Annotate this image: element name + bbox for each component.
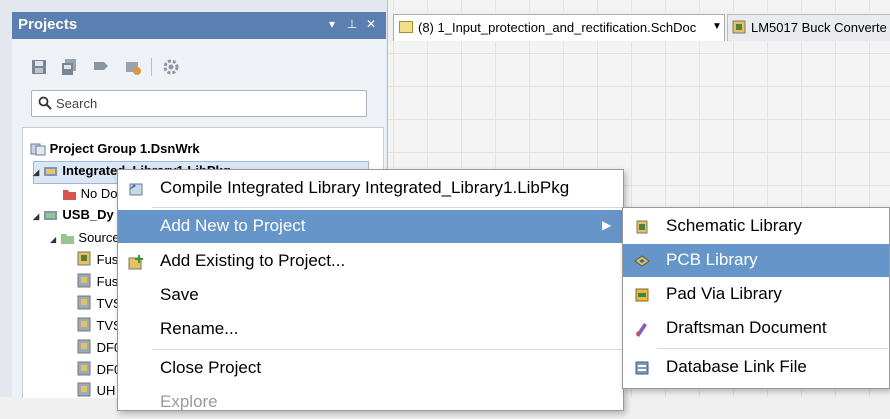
- pcb-library-icon: [634, 255, 650, 267]
- draftsman-icon: [636, 323, 647, 337]
- menu-item-label: Save: [160, 285, 199, 304]
- close-icon[interactable]: ✕: [364, 17, 378, 31]
- tree-item-doc-3[interactable]: TVS: [77, 294, 122, 314]
- tree-item-doc-5[interactable]: DF0: [77, 338, 121, 358]
- tree-item-project-group[interactable]: Project Group 1.DsnWrk: [30, 139, 200, 159]
- expanded-triangle-icon[interactable]: ◢: [50, 235, 56, 244]
- menu-item-compile-integrated-library[interactable]: Compile Integrated Library Integrated_Li…: [118, 172, 623, 205]
- menu-item-label: Rename...: [160, 319, 239, 338]
- tab-dropdown-icon[interactable]: ▼: [712, 21, 722, 32]
- project-settings-icon[interactable]: [124, 58, 142, 76]
- project-options-icon[interactable]: [92, 58, 110, 76]
- submenu-arrow-icon: ▶: [602, 218, 612, 232]
- submenu-item-label: Draftsman Document: [666, 318, 827, 337]
- tree-item-source-documents[interactable]: ◢ Source: [50, 228, 120, 248]
- submenu-item-pcb-library[interactable]: PCB Library: [623, 244, 889, 277]
- tree-item-doc-7[interactable]: UH: [77, 381, 115, 401]
- tree-item-label: Fus: [96, 252, 119, 267]
- expanded-triangle-icon[interactable]: ◢: [33, 212, 39, 221]
- menu-separator: [657, 348, 888, 349]
- submenu-item-draftsman-document[interactable]: Draftsman Document: [623, 312, 889, 345]
- compile-icon: [129, 183, 143, 196]
- tab-lm5017-buck-converter[interactable]: LM5017 Buck Converte: [727, 14, 890, 41]
- menu-item-label: Compile Integrated Library Integrated_Li…: [160, 178, 570, 197]
- submenu-item-label: PCB Library: [666, 250, 758, 269]
- search-icon: [38, 96, 52, 110]
- tree-item-label: USB_Dy: [62, 207, 114, 222]
- schematic-doc-icon: [77, 382, 91, 397]
- panel-header: Projects ▾ ⊥ ✕: [12, 12, 386, 39]
- expanded-triangle-icon[interactable]: ◢: [33, 168, 39, 177]
- schematic-doc-icon: [77, 339, 91, 354]
- tree-item-label: Fus: [96, 274, 119, 289]
- save-icon[interactable]: [30, 58, 48, 76]
- schematic-doc-icon: [77, 361, 91, 376]
- menu-item-add-new-to-project[interactable]: Add New to Project ▶: [118, 210, 623, 243]
- add-new-submenu: Schematic Library PCB Library Pad Via Li…: [622, 207, 890, 389]
- tab-label: (8) 1_Input_protection_and_rectification…: [418, 20, 697, 35]
- pin-icon[interactable]: ⊥: [345, 17, 359, 31]
- search-input[interactable]: Search: [31, 90, 367, 117]
- add-existing-icon: [128, 255, 143, 270]
- integrated-library-icon: [43, 167, 57, 176]
- schematic-doc-icon: [77, 273, 91, 288]
- schematic-library-icon: [636, 220, 648, 234]
- context-menu: Compile Integrated Library Integrated_Li…: [117, 169, 624, 411]
- submenu-item-label: Database Link File: [666, 357, 807, 376]
- schematic-doc-icon: [732, 20, 746, 34]
- gear-icon[interactable]: [162, 58, 180, 76]
- schematic-doc-icon: [77, 295, 91, 310]
- tree-item-doc-6[interactable]: DF0: [77, 360, 121, 380]
- tree-item-label: UH: [96, 383, 116, 398]
- panel-title: Projects: [18, 16, 78, 33]
- project-group-icon: [30, 143, 46, 156]
- menu-item-explore[interactable]: Explore: [118, 386, 623, 419]
- toolbar-divider: [151, 58, 152, 76]
- red-folder-icon: [63, 190, 76, 200]
- menu-item-label: Add New to Project: [160, 216, 306, 235]
- tree-item-label: Project Group 1.DsnWrk: [49, 141, 200, 156]
- pcb-project-icon: [43, 211, 57, 220]
- tree-item-doc-4[interactable]: TVS: [77, 316, 122, 336]
- menu-separator: [152, 349, 622, 350]
- submenu-item-label: Schematic Library: [666, 216, 803, 235]
- tree-item-label: Source: [78, 230, 120, 245]
- menu-item-label: Add Existing to Project...: [160, 251, 346, 270]
- menu-item-save[interactable]: Save: [118, 279, 623, 312]
- submenu-item-label: Pad Via Library: [666, 284, 782, 303]
- schematic-doc-icon: [399, 21, 413, 33]
- menu-item-label: Close Project: [160, 358, 262, 377]
- menu-item-label: Explore: [160, 392, 218, 411]
- menu-item-rename[interactable]: Rename...: [118, 313, 623, 346]
- search-placeholder: Search: [56, 96, 98, 111]
- submenu-item-pad-via-library[interactable]: Pad Via Library: [623, 278, 889, 311]
- tree-item-usb-project[interactable]: ◢ USB_Dy: [33, 205, 114, 225]
- panel-menu-dropdown-icon[interactable]: ▾: [325, 17, 339, 31]
- save-all-icon[interactable]: [60, 58, 78, 76]
- database-link-icon: [635, 361, 649, 375]
- pad-via-library-icon: [635, 288, 649, 302]
- menu-separator: [152, 207, 622, 208]
- tree-item-doc-2[interactable]: Fus: [77, 272, 118, 292]
- tab-input-protection-schdoc[interactable]: (8) 1_Input_protection_and_rectification…: [393, 14, 725, 41]
- menu-item-close-project[interactable]: Close Project: [118, 352, 623, 385]
- submenu-item-schematic-library[interactable]: Schematic Library: [623, 210, 889, 243]
- schematic-doc-icon: [77, 251, 91, 266]
- green-folder-icon: [60, 234, 74, 244]
- schematic-doc-icon: [77, 317, 91, 332]
- tab-label: LM5017 Buck Converte: [751, 20, 887, 35]
- menu-item-add-existing-to-project[interactable]: Add Existing to Project...: [118, 245, 623, 278]
- submenu-item-database-link-file[interactable]: Database Link File: [623, 351, 889, 384]
- tree-item-doc-1[interactable]: Fus: [77, 250, 118, 270]
